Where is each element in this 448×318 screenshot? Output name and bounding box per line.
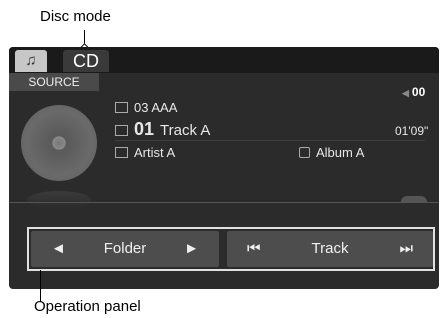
folder-control: ◄ Folder ► xyxy=(31,231,219,267)
disc-icon xyxy=(21,105,97,181)
track-number: 01 xyxy=(134,119,155,139)
folder-icon xyxy=(115,102,128,113)
folder-row: 03 AAA xyxy=(115,100,177,115)
track-icon xyxy=(115,125,128,136)
track-divider xyxy=(115,140,425,141)
track-row: 01 Track A xyxy=(115,119,210,140)
artist-row: Artist A xyxy=(115,145,175,160)
speaker-icon: ◀ xyxy=(402,88,409,98)
track-title: Track A xyxy=(160,122,211,139)
callout-operation-panel: Operation panel xyxy=(34,298,141,315)
elapsed-time: 01'09" xyxy=(395,124,429,138)
tab-bar: ♫ CD xyxy=(9,47,439,73)
album-icon xyxy=(299,147,310,158)
artist-icon xyxy=(115,147,128,158)
next-track-button[interactable]: ⏭ xyxy=(399,231,413,267)
folder-name: 03 AAA xyxy=(134,100,178,115)
tab-cd[interactable]: CD xyxy=(63,50,109,72)
album-name: Album A xyxy=(316,145,365,160)
disc-reflection xyxy=(27,191,91,209)
divider xyxy=(9,202,439,203)
artist-name: Artist A xyxy=(134,145,176,160)
next-folder-button[interactable]: ► xyxy=(184,231,199,267)
volume-indicator: ◀ 00 xyxy=(402,85,425,99)
album-row: Album A xyxy=(299,145,364,160)
source-button[interactable]: SOURCE xyxy=(9,73,99,91)
callout-disc-mode: Disc mode xyxy=(40,8,111,25)
volume-level: 00 xyxy=(411,85,426,99)
track-control: ⏮ Track ⏭ xyxy=(227,231,433,267)
audio-screen: ♫ CD SOURCE 03 AAA 01 Track A Artist A Al… xyxy=(9,47,439,289)
music-note-icon[interactable]: ♫ xyxy=(15,50,47,72)
